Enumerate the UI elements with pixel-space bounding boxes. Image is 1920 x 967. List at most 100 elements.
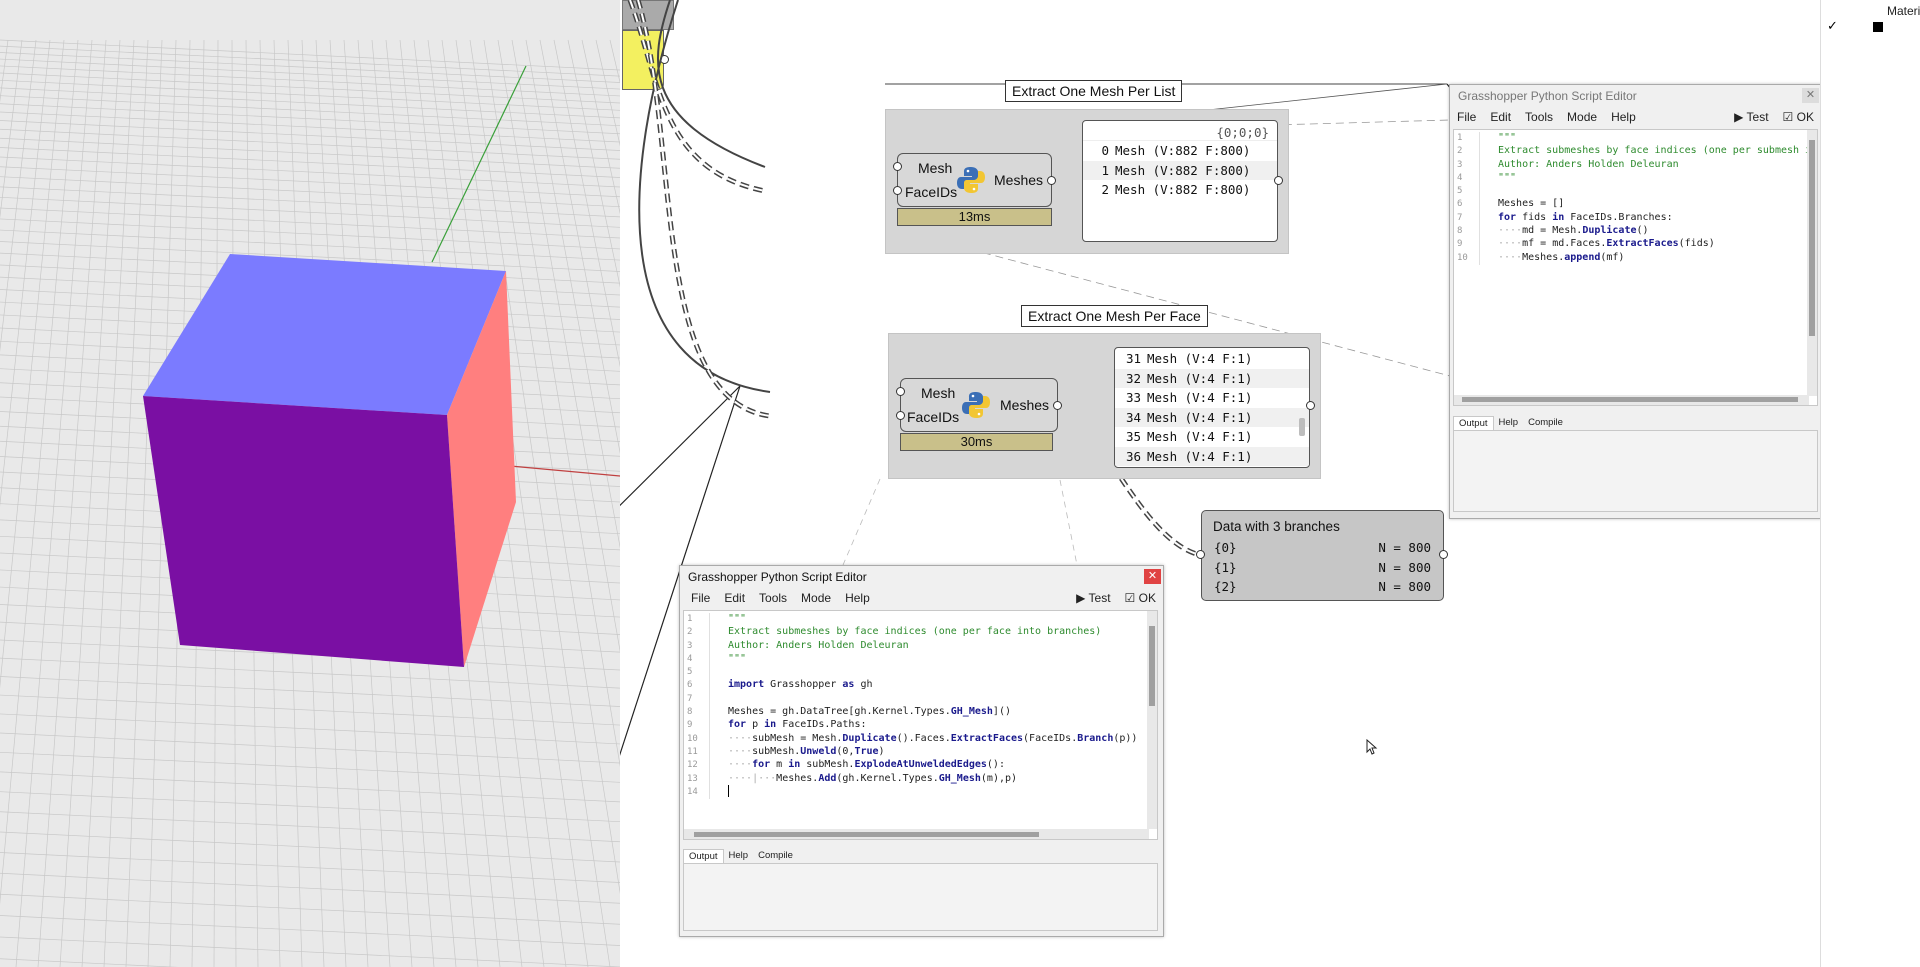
panel-item-text: Mesh (V:4 F:1) xyxy=(1147,370,1253,386)
menu-mode[interactable]: Mode xyxy=(1560,107,1604,127)
param-viewer-output-port[interactable] xyxy=(1439,550,1448,559)
menu-help[interactable]: Help xyxy=(1604,107,1643,127)
menu-mode[interactable]: Mode xyxy=(794,588,838,608)
editor-titlebar[interactable]: Grasshopper Python Script Editor ✕ xyxy=(1450,85,1820,107)
output-console[interactable] xyxy=(1453,430,1818,512)
horizontal-scroll-thumb[interactable] xyxy=(1462,397,1798,402)
menu-file[interactable]: File xyxy=(684,588,717,608)
line-number: 8 xyxy=(1454,225,1480,239)
grasshopper-canvas[interactable]: Extract One Mesh Per List Mesh FaceIDs M… xyxy=(620,0,1820,967)
input-mesh-port[interactable] xyxy=(896,387,905,396)
code-lines: 1 """ 2 Extract submeshes by face indices (… xyxy=(1454,130,1817,265)
param-viewer[interactable]: Data with 3 branches {0} N = 800 {1} N = 80… xyxy=(1201,510,1444,601)
grid-line xyxy=(0,111,620,143)
menu-edit[interactable]: Edit xyxy=(717,588,752,608)
vertical-scroll-thumb[interactable] xyxy=(1149,626,1155,706)
grid-line xyxy=(0,72,620,104)
vertical-scrollbar[interactable] xyxy=(1147,611,1157,829)
wire-faceids-to-list-inner xyxy=(629,0,766,192)
code-editor[interactable]: 1 """ 2 Extract submeshes by face indices (… xyxy=(683,610,1158,840)
input-faceids-port[interactable] xyxy=(893,186,902,195)
param-viewer-input-port[interactable] xyxy=(1196,550,1205,559)
tab-help[interactable]: Help xyxy=(724,849,754,863)
callout-dashed xyxy=(842,478,881,566)
menu-tools[interactable]: Tools xyxy=(1518,107,1560,127)
panel-face-output-port[interactable] xyxy=(1306,401,1315,410)
editor-titlebar[interactable]: Grasshopper Python Script Editor ✕ xyxy=(680,566,1163,588)
check-icon[interactable]: ✓ xyxy=(1827,18,1838,34)
code-line: 1 """ xyxy=(684,612,1157,627)
editor-menubar: File Edit Tools Mode Help ▶ Test ☑ OK xyxy=(1450,107,1820,127)
horizontal-scrollbar[interactable] xyxy=(1454,395,1809,405)
panel-item-index: 33 xyxy=(1125,390,1141,405)
code-text: for p in FaceIDs.Paths: xyxy=(728,719,867,731)
world-x-axis xyxy=(509,465,620,477)
script-editor-per-list[interactable]: Grasshopper Python Script Editor ✕ File … xyxy=(1449,84,1820,519)
grid-line xyxy=(0,137,620,169)
line-number: 6 xyxy=(684,679,710,693)
vertical-scrollbar[interactable] xyxy=(1807,130,1817,396)
editor-title: Grasshopper Python Script Editor xyxy=(688,570,867,584)
group-per-list-label[interactable]: Extract One Mesh Per List xyxy=(1005,80,1183,102)
test-button[interactable]: ▶ Test xyxy=(1069,588,1117,608)
grid-line xyxy=(0,218,620,250)
panel-item: 2 Mesh (V:882 F:800) xyxy=(1083,180,1277,200)
input-faceids-port[interactable] xyxy=(896,411,905,420)
line-number: 9 xyxy=(1454,238,1480,252)
cube-front-face[interactable] xyxy=(143,396,464,667)
test-button[interactable]: ▶ Test xyxy=(1727,107,1775,127)
tab-compile[interactable]: Compile xyxy=(753,849,798,863)
line-number: 5 xyxy=(684,666,710,680)
menu-help[interactable]: Help xyxy=(838,588,877,608)
menu-tools[interactable]: Tools xyxy=(752,588,794,608)
cube-top-face[interactable] xyxy=(143,254,506,415)
output-meshes-port[interactable] xyxy=(1047,176,1056,185)
close-button[interactable]: ✕ xyxy=(1802,88,1819,103)
code-text: Extract submeshes by face indices (one p… xyxy=(1498,145,1817,157)
grid-line xyxy=(0,87,620,119)
ok-button[interactable]: ☑ OK xyxy=(1776,107,1820,127)
ok-label: OK xyxy=(1138,591,1156,605)
code-editor[interactable]: 1 """ 2 Extract submeshes by face indices (… xyxy=(1453,129,1818,406)
code-line: 5 xyxy=(1454,184,1817,199)
menu-edit[interactable]: Edit xyxy=(1483,107,1518,127)
input-mesh-port[interactable] xyxy=(893,162,902,171)
panel-per-face[interactable]: 31 Mesh (V:4 F:1) 32 Mesh (V:4 F:1) 33 Mesh (… xyxy=(1114,347,1310,468)
script-editor-per-face[interactable]: Grasshopper Python Script Editor ✕ File … xyxy=(679,565,1164,937)
grid-line xyxy=(0,791,620,823)
checkbox-icon: ☑ xyxy=(1124,591,1136,605)
color-swatch[interactable] xyxy=(1873,22,1883,32)
line-number: 11 xyxy=(684,745,710,760)
panel-item: 31 Mesh (V:4 F:1) xyxy=(1115,349,1309,369)
tab-output[interactable]: Output xyxy=(1453,416,1494,430)
ok-button[interactable]: ☑ OK xyxy=(1118,588,1163,608)
viewport-scene xyxy=(0,39,620,967)
group-per-face-label[interactable]: Extract One Mesh Per Face xyxy=(1021,305,1208,327)
tab-help[interactable]: Help xyxy=(1494,416,1524,430)
horizontal-scroll-thumb[interactable] xyxy=(694,832,1039,837)
code-line: 9 for p in FaceIDs.Paths: xyxy=(684,718,1157,733)
panel-list-output-port[interactable] xyxy=(1274,176,1283,185)
close-button[interactable]: ✕ xyxy=(1144,569,1161,584)
panel-per-list[interactable]: {0;0;0} 0 Mesh (V:882 F:800) 1 Mesh (V:882 … xyxy=(1082,120,1278,242)
wire-faceids-to-list xyxy=(627,0,766,194)
text-caret xyxy=(728,784,729,797)
panel-item-index: 34 xyxy=(1125,409,1141,425)
panel-face-rows: 31 Mesh (V:4 F:1) 32 Mesh (V:4 F:1) 33 Mesh (… xyxy=(1115,348,1309,466)
line-number: 3 xyxy=(1454,158,1480,172)
tab-output[interactable]: Output xyxy=(683,849,724,863)
output-console[interactable] xyxy=(683,863,1158,931)
profiler-time-per-list: 13ms xyxy=(897,208,1052,226)
menu-file[interactable]: File xyxy=(1450,107,1483,127)
tab-compile[interactable]: Compile xyxy=(1523,416,1568,430)
panel-path-label: {0;0;0} xyxy=(1083,121,1277,141)
line-number: 4 xyxy=(684,652,710,667)
output-meshes-port[interactable] xyxy=(1053,401,1062,410)
code-line: 13 ····|···Meshes.Add(gh.Kernel.Types.GH_… xyxy=(684,772,1157,786)
horizontal-scrollbar[interactable] xyxy=(684,829,1149,839)
rhino-viewport[interactable] xyxy=(0,0,620,967)
panel-face-scrollbar[interactable] xyxy=(1299,418,1305,436)
vertical-scroll-thumb[interactable] xyxy=(1809,140,1815,336)
python-component-per-face[interactable]: Mesh FaceIDs Meshes xyxy=(900,378,1058,432)
python-component-per-list[interactable]: Mesh FaceIDs Meshes xyxy=(897,153,1052,207)
